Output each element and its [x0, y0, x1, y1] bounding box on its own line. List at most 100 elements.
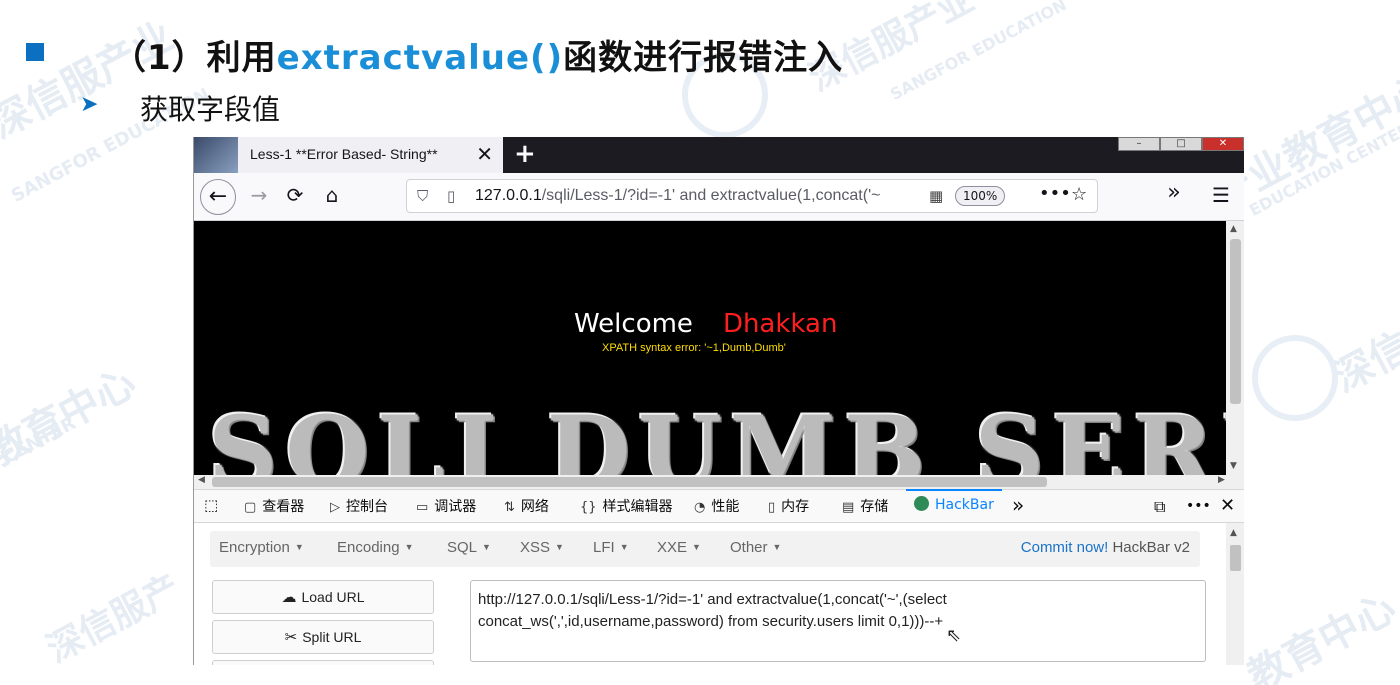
more-icon[interactable]: •••	[1039, 183, 1071, 204]
scroll-up-icon[interactable]: ▲	[1230, 224, 1237, 234]
url-text[interactable]: 127.0.0.1/sqli/Less-1/?id=-1' and extrac…	[475, 187, 925, 205]
tab-network[interactable]: ⇅ 网络	[504, 496, 549, 518]
menu-label: XSS	[520, 539, 551, 556]
tab-console[interactable]: ▷ 控制台	[330, 496, 388, 518]
watermark: EDUCATION CENTER	[1246, 118, 1400, 221]
menu-encryption[interactable]: Encryption ▼	[219, 539, 304, 556]
page-icon: ▯	[447, 187, 456, 205]
browser-window: Less-1 **Error Based- String** ✕ + – □ ✕…	[193, 137, 1244, 665]
tab-label: 样式编辑器	[602, 499, 673, 515]
title-prefix: （1）利用	[112, 38, 277, 78]
user-name: Dhakkan	[722, 309, 838, 339]
forward-button[interactable]: →	[244, 183, 274, 207]
menu-sql[interactable]: SQL ▼	[447, 539, 491, 556]
commit-now-link[interactable]: Commit now!	[1021, 539, 1109, 556]
network-icon: ⇅	[504, 500, 515, 515]
options-icon[interactable]: •••	[1186, 498, 1211, 514]
split-url-label: Split URL	[302, 629, 362, 645]
close-window-button[interactable]: ✕	[1202, 137, 1244, 151]
tab-label: 控制台	[346, 499, 388, 515]
storage-icon: ▤	[842, 500, 855, 515]
caret-down-icon: ▼	[555, 542, 564, 552]
devtools-toolbar: ⬚ ▢ 查看器 ▷ 控制台 ▭ 调试器 ⇅ 网络 {} 样式编辑器 ◔ 性能 ▯ 内存 ▤ 存储…	[194, 489, 1244, 523]
tab-label: 网络	[520, 499, 549, 515]
caret-down-icon: ▼	[294, 542, 304, 552]
scrollbar-thumb[interactable]	[212, 477, 1047, 487]
hackbar-scrollbar[interactable]: ▲	[1226, 523, 1244, 665]
new-tab-button[interactable]: +	[514, 139, 536, 169]
scrollbar-thumb[interactable]	[1230, 239, 1241, 404]
inspector-icon: ▢	[244, 500, 257, 515]
scroll-left-icon[interactable]: ◀	[198, 475, 205, 485]
hackbar-icon	[914, 496, 929, 511]
zoom-indicator[interactable]: 100%	[955, 186, 1006, 206]
tab-label: 查看器	[262, 499, 305, 515]
scroll-down-icon[interactable]: ▼	[1230, 461, 1237, 471]
close-tab-icon[interactable]: ✕	[476, 142, 493, 166]
arrow-bullet-icon: ➤	[80, 92, 99, 117]
tab-label: 存储	[860, 499, 889, 515]
execute-button[interactable]	[212, 660, 434, 665]
scrollbar-thumb[interactable]	[1230, 545, 1241, 571]
tab-inspector[interactable]: ▢ 查看器	[244, 496, 304, 518]
watermark: 教育中心	[0, 359, 144, 476]
welcome-label: Welcome	[574, 309, 693, 339]
back-button[interactable]: ←	[200, 179, 236, 215]
hackbar-menu: Encryption ▼ Encoding ▼ SQL ▼ XSS ▼ LFI ▼ XXE…	[210, 531, 1200, 567]
url-textarea[interactable]: http://127.0.0.1/sqli/Less-1/?id=-1' and…	[470, 580, 1206, 662]
commit-link[interactable]: Commit now! HackBar v2	[1021, 539, 1190, 556]
close-devtools-icon[interactable]: ✕	[1220, 495, 1235, 516]
menu-encoding[interactable]: Encoding ▼	[337, 539, 413, 556]
maximize-button[interactable]: □	[1160, 137, 1202, 151]
scroll-right-icon[interactable]: ▶	[1218, 475, 1225, 485]
menu-label: Other	[730, 539, 768, 556]
reload-button[interactable]: ⟳	[280, 183, 310, 207]
title-highlight: extractvalue()	[276, 38, 564, 78]
tab-performance[interactable]: ◔ 性能	[694, 496, 739, 518]
menu-other[interactable]: Other ▼	[730, 539, 781, 556]
home-button[interactable]: ⌂	[317, 183, 347, 207]
minimize-button[interactable]: –	[1118, 137, 1160, 151]
tab-strip: Less-1 **Error Based- String** ✕ + – □ ✕	[194, 137, 1244, 173]
page-horizontal-scrollbar[interactable]: ◀ ▶	[194, 475, 1244, 489]
memory-icon: ▯	[768, 500, 776, 515]
element-picker-icon[interactable]: ⬚	[204, 496, 218, 518]
more-tabs-icon[interactable]: »	[1012, 493, 1024, 517]
sqli-banner: SQLI DUMB SERIES	[208, 395, 1226, 475]
watermark: CENTER	[0, 412, 80, 469]
split-url-button[interactable]: ✂ Split URL	[212, 620, 434, 654]
menu-xss[interactable]: XSS ▼	[520, 539, 564, 556]
style-editor-icon: {}	[580, 500, 597, 515]
hamburger-menu-button[interactable]: ☰	[1206, 183, 1236, 207]
shield-icon[interactable]: ⛉	[417, 187, 428, 205]
watermark: 深信服产	[40, 567, 187, 671]
caret-down-icon: ▼	[692, 542, 701, 552]
watermark: 教育中心	[1240, 584, 1400, 685]
bookmark-star-icon[interactable]: ☆	[1071, 184, 1087, 205]
caret-down-icon: ▼	[404, 542, 414, 552]
xpath-error-message: XPATH syntax error: '~1,Dumb,Dumb'	[602, 342, 786, 354]
tab-label: HackBar	[935, 497, 994, 513]
menu-label: Encryption	[219, 539, 290, 556]
performance-icon: ◔	[694, 500, 706, 515]
menu-lfi[interactable]: LFI ▼	[593, 539, 629, 556]
menu-xxe[interactable]: XXE ▼	[657, 539, 701, 556]
scroll-up-icon[interactable]: ▲	[1230, 528, 1237, 538]
url-bar[interactable]: ⛉ ▯ 127.0.0.1/sqli/Less-1/?id=-1' and ex…	[406, 179, 1098, 213]
page-vertical-scrollbar[interactable]: ▲ ▼	[1226, 221, 1244, 475]
tab-active[interactable]: Less-1 **Error Based- String** ✕	[238, 137, 503, 173]
tab-style-editor[interactable]: {} 样式编辑器	[580, 496, 673, 518]
tab-storage[interactable]: ▤ 存储	[842, 496, 888, 518]
load-url-button[interactable]: ☁ Load URL	[212, 580, 434, 614]
tab-hackbar[interactable]: HackBar	[906, 489, 1002, 518]
overflow-menu-button[interactable]: »	[1159, 180, 1189, 205]
scissors-icon: ✂	[284, 629, 298, 646]
qr-code-icon[interactable]: ▦	[929, 187, 943, 205]
title-suffix: 函数进行报错注入	[563, 38, 844, 78]
tab-debugger[interactable]: ▭ 调试器	[416, 496, 476, 518]
tab-memory[interactable]: ▯ 内存	[768, 496, 809, 518]
caret-down-icon: ▼	[619, 542, 629, 552]
caret-down-icon: ▼	[772, 542, 782, 552]
dock-side-icon[interactable]: ⧉	[1154, 497, 1165, 517]
hackbar-version: HackBar v2	[1112, 539, 1190, 556]
